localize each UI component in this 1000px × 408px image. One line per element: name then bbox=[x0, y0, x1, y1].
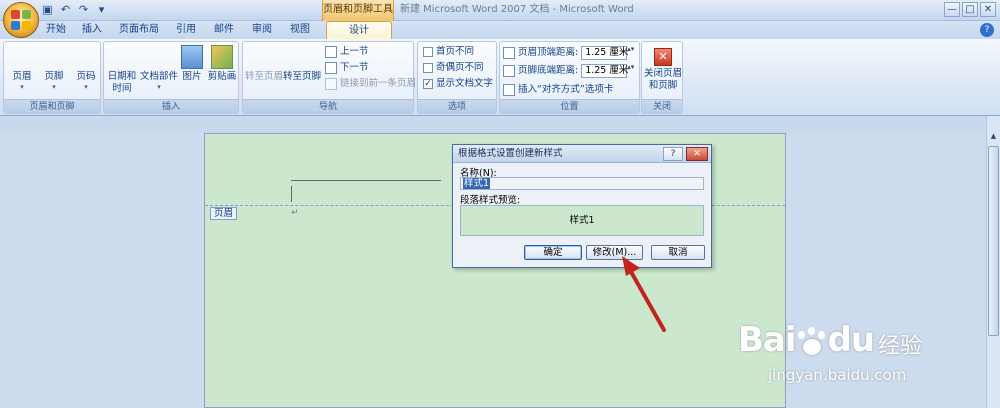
group-insert: 日期和 时间 文档部件 ▾ 图片 剪贴画 插入 bbox=[103, 41, 374, 202]
help-icon[interactable]: ? bbox=[980, 23, 994, 37]
group-header-footer: 页眉 ▾ 页脚 ▾ 页码 ▾ 页眉和页脚 bbox=[3, 41, 301, 202]
picture-button[interactable]: 图片 bbox=[179, 44, 205, 96]
footer-from-bottom-field: 页脚底端距离: 1.25 厘米 bbox=[503, 63, 636, 78]
watermark-url: jingyan.baidu.com bbox=[768, 366, 907, 384]
tab-page-layout[interactable]: 页面布局 bbox=[112, 21, 166, 39]
close-red-x-icon: ✕ bbox=[654, 48, 672, 66]
group-position: 页眉顶端距离: 1.25 厘米 页脚底端距离: 1.25 厘米 插入“对齐方式”… bbox=[499, 41, 640, 114]
alignment-tab-icon bbox=[503, 83, 515, 96]
create-style-dialog: 根据格式设置创建新样式 ? ✕ 名称(N): 样式1 段落样式预览: 样式1 确… bbox=[452, 144, 712, 268]
close-header-footer-button[interactable]: ✕ 关闭页眉 和页脚 bbox=[643, 44, 683, 96]
tab-home[interactable]: 开始 bbox=[40, 21, 72, 39]
preview-label: 段落样式预览: bbox=[460, 195, 521, 206]
save-icon[interactable]: ▣ bbox=[40, 3, 55, 17]
header-from-top-spinner[interactable]: 1.25 厘米 bbox=[581, 45, 636, 60]
style-name-value: 样式1 bbox=[463, 178, 491, 189]
tab-references[interactable]: 引用 bbox=[170, 21, 202, 39]
context-tool-title: 页眉和页脚工具 bbox=[322, 0, 394, 21]
group-label-position: 位置 bbox=[500, 99, 639, 113]
close-window-icon[interactable]: ✕ bbox=[980, 2, 996, 17]
title-bar: ▣ ↶ ↷ ▾ 页眉和页脚工具 新建 Microsoft Word 2007 文… bbox=[0, 0, 1000, 21]
window-title: 新建 Microsoft Word 2007 文档 - Microsoft Wo… bbox=[400, 4, 634, 15]
dialog-help-button[interactable]: ? bbox=[663, 147, 683, 161]
clip-art-button[interactable]: 剪贴画 bbox=[206, 44, 238, 96]
margin-corner-mark bbox=[291, 186, 292, 202]
checkbox-unchecked-icon bbox=[423, 46, 433, 57]
goto-header-button[interactable]: 转至页眉 bbox=[245, 44, 478, 202]
group-close: ✕ 关闭页眉 和页脚 关闭 bbox=[641, 41, 683, 114]
date-time-button[interactable]: 日期和 时间 bbox=[105, 44, 337, 202]
tab-mailings[interactable]: 邮件 bbox=[208, 21, 240, 39]
dropdown-icon: ▾ bbox=[84, 83, 88, 91]
previous-section-icon bbox=[325, 45, 337, 58]
header-from-top-field: 页眉顶端距离: 1.25 厘米 bbox=[503, 45, 636, 60]
ruler-strip bbox=[0, 116, 1000, 133]
footer-button[interactable]: 页脚 ▾ bbox=[38, 44, 269, 202]
header-label-tag: 页眉 bbox=[210, 207, 238, 220]
footer-position-icon bbox=[503, 64, 515, 77]
show-document-text-checkbox[interactable]: ✓ 显示文档文字 bbox=[423, 76, 493, 91]
tab-design[interactable]: 设计 bbox=[326, 21, 392, 39]
previous-section-button[interactable]: 上一节 bbox=[325, 44, 369, 59]
group-label-header-footer: 页眉和页脚 bbox=[4, 99, 100, 113]
insert-alignment-tab-button[interactable]: 插入“对齐方式”选项卡 bbox=[503, 82, 613, 97]
redo-icon[interactable]: ↷ bbox=[76, 3, 91, 17]
window-controls: — □ ✕ bbox=[944, 2, 996, 17]
paragraph-mark: ↵ bbox=[291, 208, 299, 218]
style-name-input[interactable]: 样式1 bbox=[460, 177, 704, 190]
header-position-icon bbox=[503, 46, 515, 59]
minimize-icon[interactable]: — bbox=[944, 2, 960, 17]
group-label-options: 选项 bbox=[418, 99, 496, 113]
group-options: 首页不同 奇偶页不同 ✓ 显示文档文字 选项 bbox=[417, 41, 497, 114]
quick-access-toolbar: ▣ ↶ ↷ ▾ bbox=[40, 3, 109, 17]
ribbon: 页眉 ▾ 页脚 ▾ 页码 ▾ 页眉和页脚 日期和 时间 文档部件 ▾ 图片 剪贴… bbox=[0, 39, 1000, 202]
picture-icon bbox=[181, 45, 203, 69]
group-label-navigation: 导航 bbox=[243, 99, 413, 113]
page-number-button[interactable]: 页码 ▾ bbox=[70, 44, 301, 202]
footer-from-bottom-spinner[interactable]: 1.25 厘米 bbox=[581, 63, 636, 78]
tab-review[interactable]: 审阅 bbox=[246, 21, 278, 39]
header-margin-line bbox=[291, 180, 441, 181]
group-label-close: 关闭 bbox=[642, 99, 682, 113]
ok-button[interactable]: 确定 bbox=[524, 245, 582, 260]
paw-icon bbox=[796, 326, 828, 357]
dropdown-icon: ▾ bbox=[52, 83, 56, 91]
style-preview-box: 样式1 bbox=[460, 205, 704, 236]
watermark-cn: 经验 bbox=[878, 334, 923, 359]
link-icon bbox=[325, 77, 337, 90]
modify-button[interactable]: 修改(M)... bbox=[586, 245, 643, 260]
goto-footer-button[interactable]: 转至页脚 bbox=[283, 44, 516, 202]
next-section-button[interactable]: 下一节 bbox=[325, 60, 369, 75]
header-button[interactable]: 页眉 ▾ bbox=[6, 44, 237, 202]
checkbox-checked-icon: ✓ bbox=[423, 78, 433, 89]
office-button[interactable] bbox=[3, 2, 39, 38]
scrollbar-thumb[interactable] bbox=[988, 146, 999, 336]
office-logo-icon bbox=[11, 10, 31, 30]
next-section-icon bbox=[325, 61, 337, 74]
ribbon-tabs: 开始 插入 页面布局 引用 邮件 审阅 视图 设计 bbox=[0, 21, 1000, 39]
dropdown-icon: ▾ bbox=[20, 83, 24, 91]
customize-qat-icon[interactable]: ▾ bbox=[94, 3, 109, 17]
scroll-up-icon[interactable]: ▲ bbox=[988, 130, 999, 142]
odd-even-different-checkbox[interactable]: 奇偶页不同 bbox=[423, 60, 484, 75]
group-label-insert: 插入 bbox=[104, 99, 238, 113]
dialog-close-button[interactable]: ✕ bbox=[686, 147, 708, 161]
first-page-different-checkbox[interactable]: 首页不同 bbox=[423, 44, 474, 59]
cancel-button[interactable]: 取消 bbox=[651, 245, 705, 260]
undo-icon[interactable]: ↶ bbox=[58, 3, 73, 17]
quick-parts-button[interactable]: 文档部件 ▾ bbox=[139, 44, 374, 202]
dropdown-icon: ▾ bbox=[157, 83, 161, 91]
checkbox-unchecked-icon bbox=[423, 62, 433, 73]
maximize-icon[interactable]: □ bbox=[962, 2, 978, 17]
link-to-previous-button[interactable]: 链接到前一条页眉 bbox=[325, 76, 416, 91]
tab-insert[interactable]: 插入 bbox=[76, 21, 108, 39]
vertical-scrollbar[interactable]: ▲ bbox=[986, 116, 1000, 408]
group-navigation: 转至页眉 转至页脚 上一节 下一节 链接到前一条页眉 导航 bbox=[242, 41, 516, 202]
tab-view[interactable]: 视图 bbox=[284, 21, 316, 39]
clip-art-icon bbox=[211, 45, 233, 69]
baidu-watermark: Bai du 经验 jingyan.baidu.com bbox=[738, 320, 923, 384]
